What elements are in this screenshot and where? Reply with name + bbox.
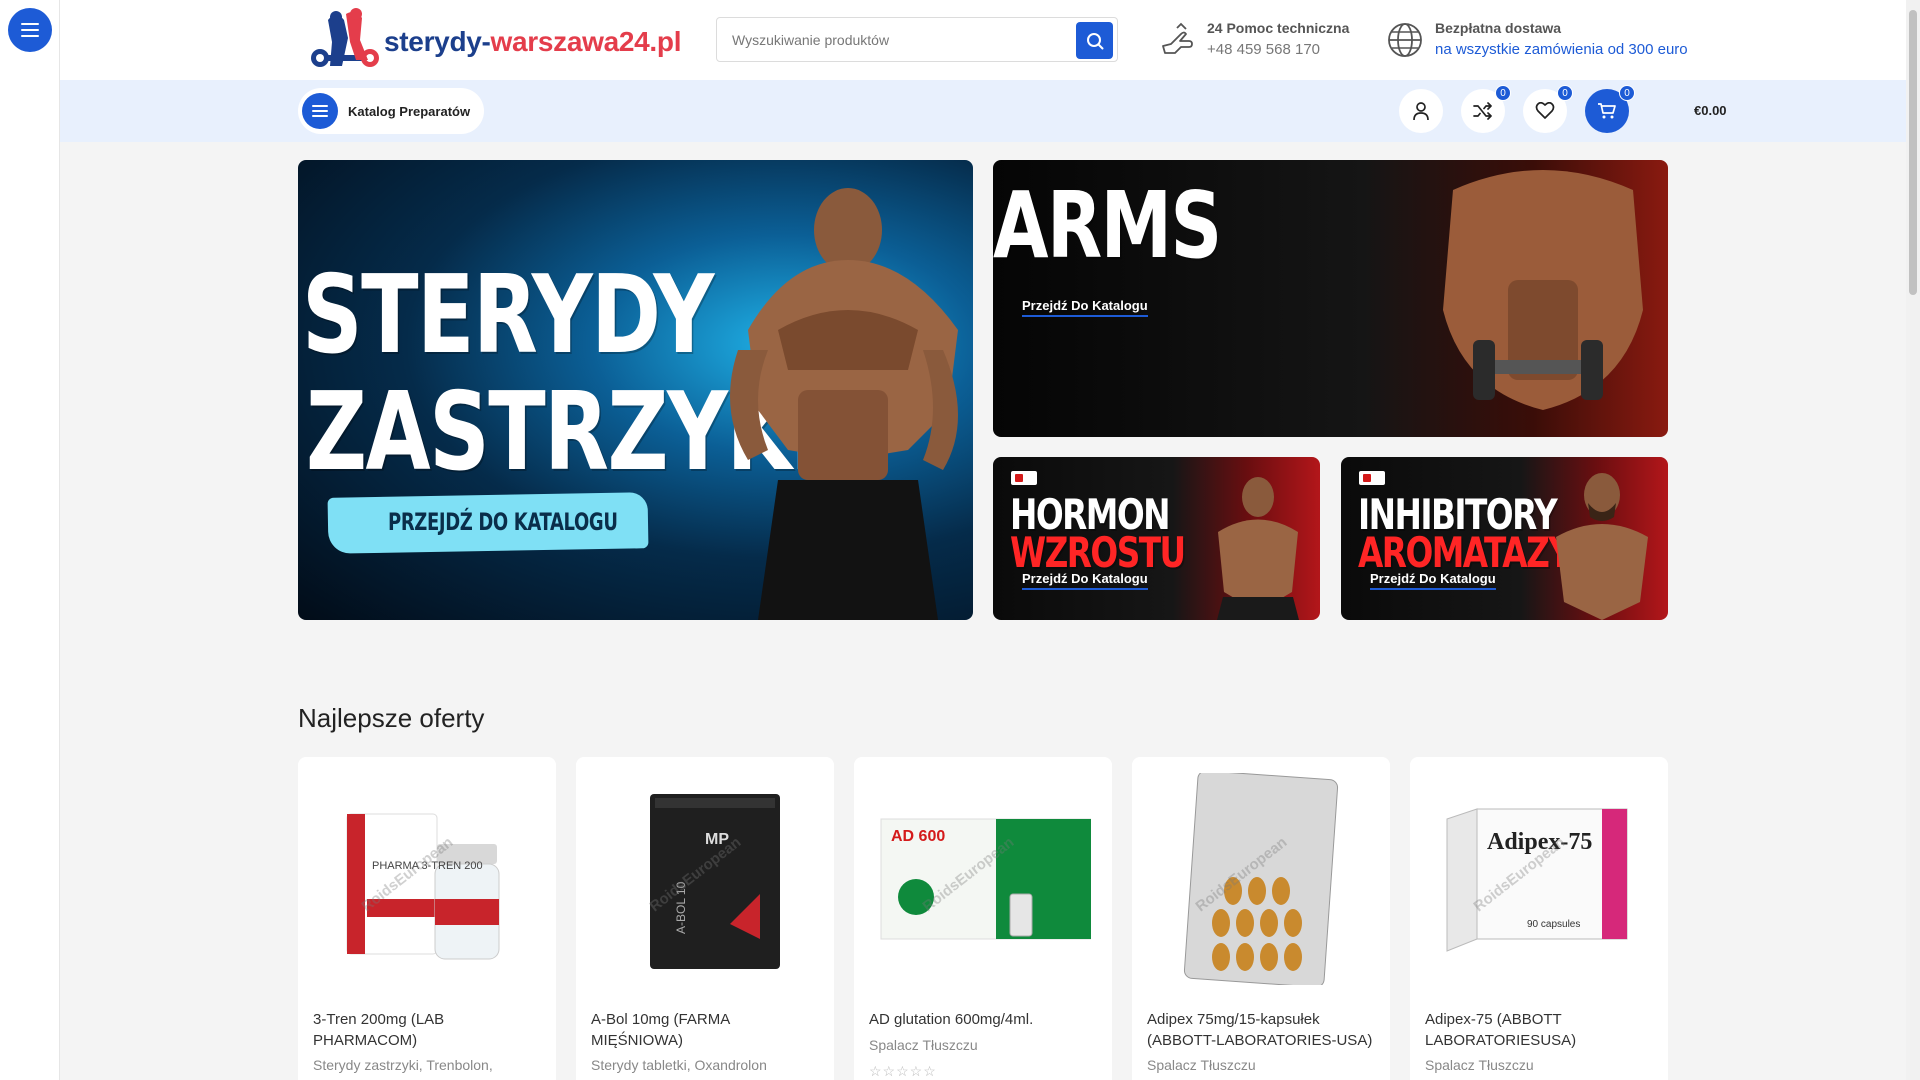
product-image[interactable]: MP A-BOL 10 RoidsEuropean (590, 771, 820, 986)
site-logo[interactable]: sterydy-warszawa24.pl (298, 8, 682, 76)
header-top: sterydy-warszawa24.pl 24 Pomoc techniczn… (60, 0, 1906, 80)
product-category[interactable]: Sterydy zastrzyki, Trenbolon, (313, 1055, 545, 1075)
search-icon (1086, 32, 1103, 49)
scrollbar-thumb[interactable] (1909, 10, 1917, 295)
product-name[interactable]: AD glutation 600mg/4ml. (869, 1009, 1101, 1030)
support-hand-icon (1162, 22, 1193, 54)
product-label-text: AD 600 (891, 828, 945, 845)
search-bar (716, 17, 1118, 62)
brand-mark-icon (1359, 471, 1385, 485)
product-image[interactable]: Adipex-75 90 capsules RoidsEuropean (1424, 771, 1654, 986)
banner-hormon-line2: WZROSTU (1010, 528, 1186, 577)
product-name[interactable]: Adipex-75 (ABBOTT LABORATORIESUSA) (1425, 1009, 1657, 1051)
search-button[interactable] (1076, 22, 1113, 59)
wishlist-button[interactable]: 0 (1523, 85, 1573, 133)
page-scrollbar[interactable] (1906, 0, 1920, 1080)
torso-dumbbell-image (1443, 170, 1643, 410)
globe-icon (1388, 23, 1422, 57)
hamburger-icon (21, 23, 39, 37)
compare-count-badge: 0 (1495, 85, 1511, 101)
catalog-menu-button[interactable]: Katalog Preparatów (298, 88, 485, 134)
product-sub-label: 90 capsules (1527, 919, 1580, 930)
support-info: 24 Pomoc techniczna +48 459 568 170 (1157, 18, 1349, 62)
shuffle-compare-icon (1473, 102, 1492, 120)
section-title: Najlepsze oferty (298, 703, 485, 733)
product-card[interactable]: Adipex-75 90 capsules RoidsEuropean Adip… (1410, 757, 1668, 1080)
user-icon (1413, 102, 1429, 121)
product-card[interactable]: PHARMA 3-TREN 200 RoidsEuropean 3-Tren 2… (298, 757, 556, 1080)
banner-sarms-title: ARMS (993, 172, 1222, 279)
support-title: 24 Pomoc techniczna (1207, 20, 1350, 36)
menu-toggle-button[interactable] (8, 8, 52, 52)
banner-sterydy-zastrzyki[interactable]: STERYDY ZASTRZYKI PRZEJDŹ DO KATALOGU (298, 160, 973, 620)
svg-text:MP: MP (705, 831, 729, 848)
cart-button[interactable]: 0 (1585, 85, 1635, 133)
account-button[interactable] (1399, 89, 1443, 133)
product-category[interactable]: Spalacz Tłuszczu (1147, 1055, 1379, 1075)
compare-button[interactable]: 0 (1461, 85, 1511, 133)
product-category[interactable]: Spalacz Tłuszczu (1425, 1055, 1657, 1075)
product-card[interactable]: RoidsEuropean Adipex 75mg/15-kapsułek (A… (1132, 757, 1390, 1080)
logo-athlete-icon (298, 8, 382, 76)
banner-sarms-cta[interactable]: Przejdź Do Katalogu (1022, 298, 1148, 317)
product-card[interactable]: MP A-BOL 10 RoidsEuropean A-Bol 10mg (FA… (576, 757, 834, 1080)
banner-inhibitory-aromatazy[interactable]: INHIBITORY AROMATAZY Przejdź Do Katalogu (1341, 457, 1668, 620)
product-name[interactable]: Adipex 75mg/15-kapsułek (ABBOTT-LABORATO… (1147, 1009, 1379, 1051)
search-input[interactable] (717, 31, 1067, 48)
cart-icon (1598, 103, 1616, 119)
product-image[interactable]: AD 600 RoidsEuropean (868, 771, 1098, 986)
logo-text-part2: warszawa24.pl (490, 26, 682, 57)
support-phone[interactable]: +48 459 568 170 (1207, 38, 1349, 62)
brand-mark-icon (1011, 471, 1037, 485)
product-card[interactable]: AD 600 RoidsEuropean AD glutation 600mg/… (854, 757, 1112, 1080)
product-name[interactable]: 3-Tren 200mg (LAB PHARMACOM) (313, 1009, 545, 1051)
delivery-subtitle[interactable]: na wszystkie zamówienia od 300 euro (1435, 38, 1688, 62)
left-sidebar-rail (0, 0, 60, 1080)
logo-text-part1: sterydy- (384, 26, 491, 57)
banner-inhibitory-cta[interactable]: Przejdź Do Katalogu (1370, 571, 1496, 590)
product-label-text: A-BOL 10 (674, 881, 688, 934)
delivery-title: Bezpłatna dostawa (1435, 20, 1562, 36)
header-nav-bar: Katalog Preparatów 0 0 0 €0.00 (60, 80, 1906, 142)
product-category[interactable]: Sterydy tabletki, Oxandrolon (591, 1055, 823, 1075)
product-image[interactable]: RoidsEuropean (1146, 771, 1376, 986)
logo-wordmark: sterydy-warszawa24.pl (384, 26, 682, 58)
bearded-athlete-image (1556, 473, 1648, 620)
product-label-text: PHARMA 3-TREN 200 (372, 860, 483, 872)
star-rating: ☆☆☆☆☆ (869, 1063, 937, 1079)
banner-sarms[interactable]: ARMS Przejdź Do Katalogu (993, 160, 1668, 437)
product-category[interactable]: Spalacz Tłuszczu (869, 1035, 1101, 1055)
cart-total[interactable]: €0.00 (1694, 102, 1727, 120)
catalog-hamburger-icon (302, 93, 338, 129)
catalog-menu-label: Katalog Preparatów (348, 103, 471, 119)
heart-icon (1535, 102, 1555, 119)
banner-main-cta[interactable]: PRZEJDŹ DO KATALOGU (388, 508, 618, 536)
product-image[interactable]: PHARMA 3-TREN 200 RoidsEuropean (312, 771, 542, 986)
delivery-info: Bezpłatna dostawa na wszystkie zamówieni… (1385, 18, 1688, 62)
bodybuilder-image (730, 188, 958, 620)
athlete-image (1217, 477, 1299, 620)
banner-main-line1: STERYDY (302, 253, 714, 378)
banner-hormon-wzrostu[interactable]: HORMON WZROSTU Przejdź Do Katalogu (993, 457, 1320, 620)
wishlist-count-badge: 0 (1557, 85, 1573, 101)
product-name[interactable]: A-Bol 10mg (FARMA MIĘŚNIOWA) (591, 1009, 823, 1051)
cart-count-badge: 0 (1619, 85, 1635, 101)
product-label-text: Adipex-75 (1487, 829, 1592, 855)
banner-hormon-cta[interactable]: Przejdź Do Katalogu (1022, 571, 1148, 590)
